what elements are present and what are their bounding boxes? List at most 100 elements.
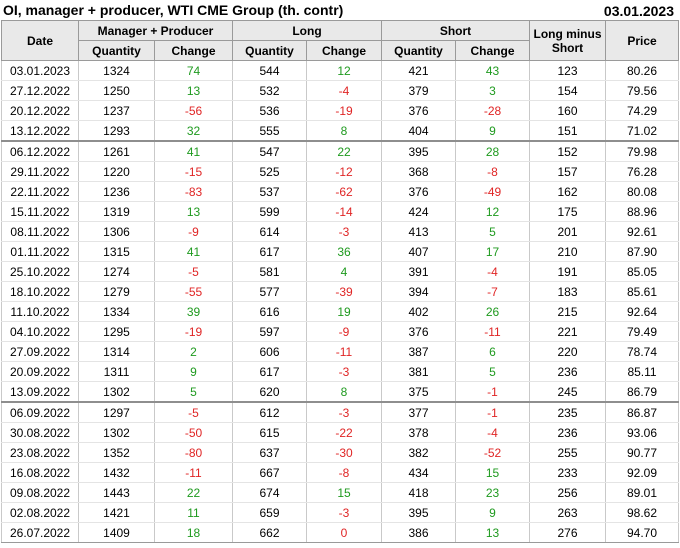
- cell-date: 16.08.2022: [1, 462, 79, 483]
- cell-mp-change: 41: [154, 241, 233, 262]
- report-date: 03.01.2023: [603, 3, 674, 19]
- cell-mp-change: -15: [154, 161, 233, 182]
- cell-long-quantity: 581: [232, 261, 307, 282]
- cell-date: 04.10.2022: [1, 321, 79, 342]
- cell-date: 11.10.2022: [1, 301, 79, 322]
- cell-short-quantity: 377: [381, 401, 457, 423]
- cell-long-change: -3: [305, 221, 383, 242]
- cell-mp-quantity: 1279: [78, 281, 155, 302]
- cell-short-change: 5: [455, 361, 531, 382]
- cell-long-minus-short: 154: [529, 80, 607, 101]
- cell-short-quantity: 386: [381, 522, 457, 543]
- cell-short-change: 15: [455, 462, 531, 483]
- cell-long-minus-short: 191: [529, 261, 607, 282]
- cell-short-quantity: 376: [381, 100, 457, 121]
- table-row: 01.11.2022 1315 41 617 36 407 17 210 87.90: [1, 241, 680, 262]
- cell-long-quantity: 597: [232, 321, 307, 342]
- cell-long-minus-short: 175: [529, 201, 607, 222]
- cell-mp-quantity: 1250: [78, 80, 155, 101]
- cell-mp-quantity: 1302: [78, 381, 155, 403]
- cell-price: 90.77: [605, 442, 680, 463]
- table-header: Date Manager + Producer Long Short Long …: [1, 20, 680, 61]
- cell-price: 85.05: [605, 261, 680, 282]
- cell-price: 79.56: [605, 80, 680, 101]
- cell-price: 79.49: [605, 321, 680, 342]
- cell-date: 03.01.2023: [1, 60, 79, 81]
- cell-mp-quantity: 1409: [78, 522, 155, 543]
- table-row: 27.09.2022 1314 2 606 -11 387 6 220 78.74: [1, 341, 680, 362]
- cell-short-change: -11: [455, 321, 531, 342]
- cell-long-minus-short: 256: [529, 482, 607, 503]
- cell-long-minus-short: 162: [529, 181, 607, 202]
- cell-price: 79.98: [605, 140, 680, 162]
- cell-short-change: 28: [455, 140, 531, 162]
- cell-short-change: -4: [455, 261, 531, 282]
- cell-mp-change: -5: [154, 261, 233, 282]
- cell-short-change: -8: [455, 161, 531, 182]
- cell-short-change: 13: [455, 522, 531, 543]
- cell-date: 22.11.2022: [1, 181, 79, 202]
- cell-price: 92.64: [605, 301, 680, 322]
- table-row: 22.11.2022 1236 -83 537 -62 376 -49 162 80.08: [1, 181, 680, 202]
- cell-mp-change: 11: [154, 502, 233, 523]
- cell-date: 20.09.2022: [1, 361, 79, 382]
- cell-mp-quantity: 1352: [78, 442, 155, 463]
- cell-mp-change: -11: [154, 462, 233, 483]
- cell-price: 89.01: [605, 482, 680, 503]
- table-row: 30.08.2022 1302 -50 615 -22 378 -4 236 93.06: [1, 422, 680, 443]
- cell-date: 25.10.2022: [1, 261, 79, 282]
- cell-long-change: 8: [305, 120, 383, 142]
- cell-short-quantity: 424: [381, 201, 457, 222]
- col-price: Price: [605, 20, 680, 61]
- cell-short-quantity: 418: [381, 482, 457, 503]
- cell-short-change: 26: [455, 301, 531, 322]
- cell-long-change: 4: [305, 261, 383, 282]
- table-row: 20.12.2022 1237 -56 536 -19 376 -28 160 74.29: [1, 100, 680, 121]
- cell-long-minus-short: 255: [529, 442, 607, 463]
- cell-mp-change: -55: [154, 281, 233, 302]
- cell-long-quantity: 617: [232, 361, 307, 382]
- cell-long-minus-short: 215: [529, 301, 607, 322]
- cell-long-quantity: 617: [232, 241, 307, 262]
- cell-short-quantity: 404: [381, 120, 457, 142]
- cell-mp-quantity: 1220: [78, 161, 155, 182]
- cell-short-change: 3: [455, 80, 531, 101]
- table-row: 25.10.2022 1274 -5 581 4 391 -4 191 85.05: [1, 261, 680, 282]
- col-manager-producer: Manager + Producer: [78, 20, 233, 41]
- cell-long-quantity: 612: [232, 401, 307, 423]
- cell-price: 92.61: [605, 221, 680, 242]
- cell-price: 98.62: [605, 502, 680, 523]
- cell-long-minus-short: 220: [529, 341, 607, 362]
- cell-long-change: 36: [305, 241, 383, 262]
- cell-long-change: -62: [305, 181, 383, 202]
- cell-long-minus-short: 245: [529, 381, 607, 403]
- cell-mp-change: -5: [154, 401, 233, 423]
- cell-mp-change: -9: [154, 221, 233, 242]
- cell-mp-quantity: 1421: [78, 502, 155, 523]
- cell-price: 87.90: [605, 241, 680, 262]
- table-row: 03.01.2023 1324 74 544 12 421 43 123 80.26: [1, 60, 680, 81]
- table-row: 23.08.2022 1352 -80 637 -30 382 -52 255 90.77: [1, 442, 680, 463]
- title-bar: OI, manager + producer, WTI CME Group (t…: [0, 0, 680, 22]
- table-row: 02.08.2022 1421 11 659 -3 395 9 263 98.62: [1, 502, 680, 523]
- cell-short-quantity: 378: [381, 422, 457, 443]
- table-row: 26.07.2022 1409 18 662 0 386 13 276 94.70: [1, 522, 680, 543]
- cell-long-quantity: 616: [232, 301, 307, 322]
- cell-short-quantity: 394: [381, 281, 457, 302]
- cell-short-change: -4: [455, 422, 531, 443]
- cell-mp-change: 39: [154, 301, 233, 322]
- cell-short-quantity: 382: [381, 442, 457, 463]
- cell-mp-quantity: 1302: [78, 422, 155, 443]
- cell-long-minus-short: 236: [529, 422, 607, 443]
- cell-date: 15.11.2022: [1, 201, 79, 222]
- cell-date: 27.12.2022: [1, 80, 79, 101]
- cell-short-quantity: 391: [381, 261, 457, 282]
- cell-short-quantity: 421: [381, 60, 457, 81]
- cell-price: 74.29: [605, 100, 680, 121]
- cell-long-quantity: 525: [232, 161, 307, 182]
- cell-price: 93.06: [605, 422, 680, 443]
- cell-mp-quantity: 1237: [78, 100, 155, 121]
- cell-price: 85.11: [605, 361, 680, 382]
- cell-mp-quantity: 1297: [78, 401, 155, 423]
- cell-date: 30.08.2022: [1, 422, 79, 443]
